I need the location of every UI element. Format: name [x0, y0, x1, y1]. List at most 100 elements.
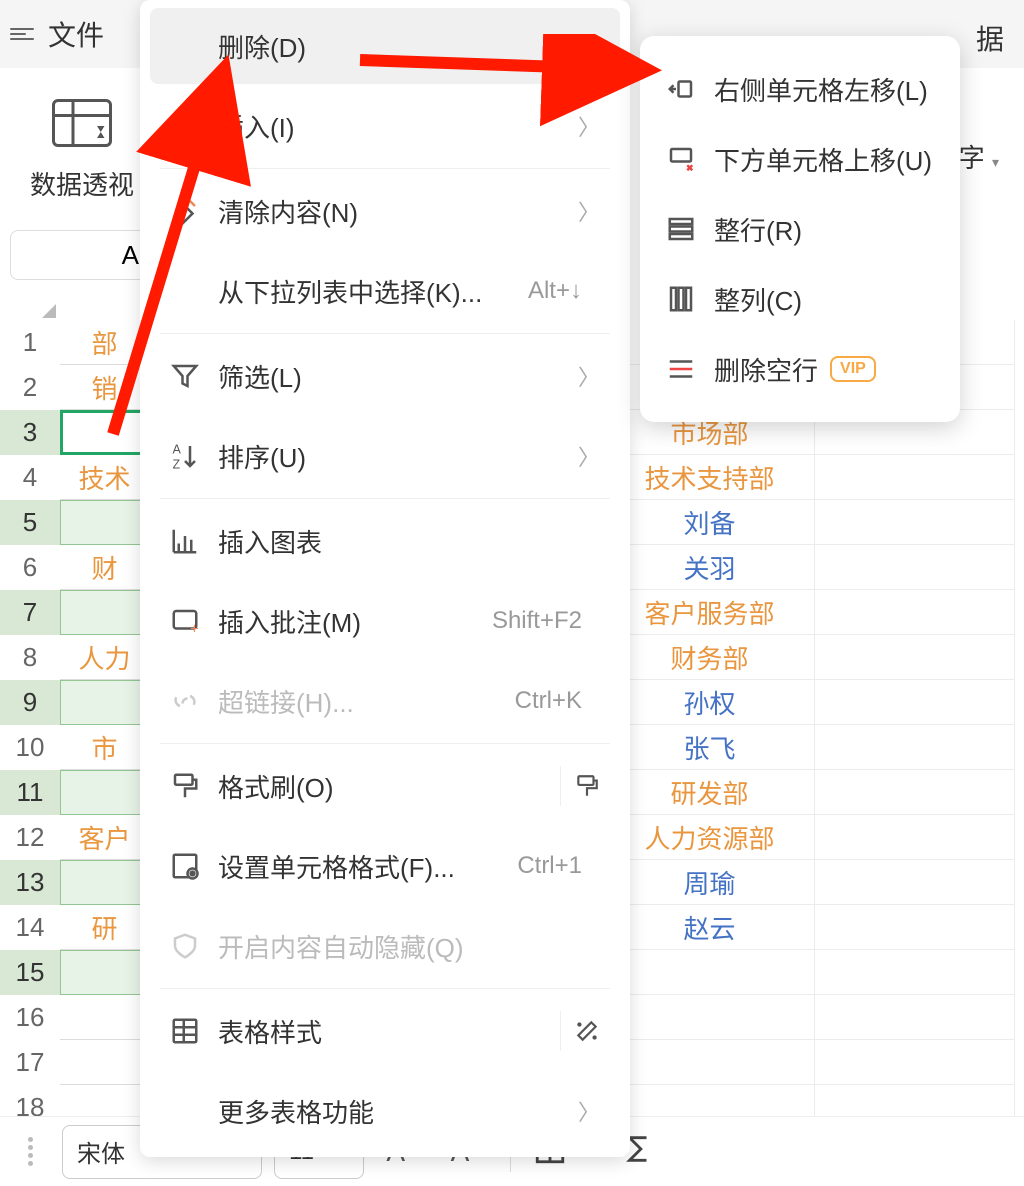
- menu-filter[interactable]: 筛选(L) 〉: [150, 338, 620, 414]
- cell[interactable]: [60, 860, 150, 905]
- cell[interactable]: 客户: [60, 815, 150, 860]
- cell[interactable]: [60, 1040, 150, 1085]
- submenu-shift-left[interactable]: 右侧单元格左移(L): [640, 54, 960, 124]
- table-style-icon: [170, 1016, 200, 1046]
- cell[interactable]: 市: [60, 725, 150, 770]
- menu-insert-comment[interactable]: + 插入批注(M) Shift+F2: [150, 583, 620, 659]
- menu-sort[interactable]: AZ 排序(U) 〉: [150, 418, 620, 494]
- cell[interactable]: [60, 680, 150, 725]
- row-header[interactable]: 17: [0, 1040, 60, 1085]
- cell[interactable]: 关羽: [605, 545, 815, 590]
- cell[interactable]: 孙权: [605, 680, 815, 725]
- submenu-whole-col[interactable]: 整列(C): [640, 264, 960, 334]
- cell[interactable]: [815, 545, 1015, 590]
- cell[interactable]: [815, 500, 1015, 545]
- row-header[interactable]: 4: [0, 455, 60, 500]
- row-header[interactable]: 2: [0, 365, 60, 410]
- row-header[interactable]: 11: [0, 770, 60, 815]
- menu-insert[interactable]: 插入(I) 〉: [150, 88, 620, 164]
- row-header[interactable]: 3: [0, 410, 60, 455]
- cell[interactable]: 客户服务部: [605, 590, 815, 635]
- cell[interactable]: [60, 770, 150, 815]
- comment-icon: +: [170, 606, 200, 636]
- menu-table-style[interactable]: 表格样式: [150, 993, 620, 1069]
- cell[interactable]: [815, 770, 1015, 815]
- menu-more-table[interactable]: 更多表格功能 〉: [150, 1073, 620, 1149]
- cell[interactable]: [815, 455, 1015, 500]
- cell[interactable]: [815, 950, 1015, 995]
- menu-cell-format[interactable]: 设置单元格格式(F)... Ctrl+1: [150, 828, 620, 904]
- pivot-table-button[interactable]: 数据透视: [30, 98, 134, 202]
- magic-wand-icon[interactable]: [560, 1011, 600, 1051]
- column-d: 诸葛亮市场部技术支持部刘备关羽客户服务部财务部孙权张飞研发部人力资源部周瑜赵云: [605, 320, 815, 1175]
- cell[interactable]: 财务部: [605, 635, 815, 680]
- cell[interactable]: [60, 590, 150, 635]
- cell[interactable]: [605, 995, 815, 1040]
- chevron-right-icon: 〉: [578, 110, 600, 142]
- chevron-right-icon: 〉: [578, 360, 600, 392]
- chevron-right-icon: 〉: [578, 1095, 600, 1127]
- menu-clear-content[interactable]: 清除内容(N) 〉: [150, 173, 620, 249]
- submenu-whole-row[interactable]: 整行(R): [640, 194, 960, 264]
- cell[interactable]: 人力: [60, 635, 150, 680]
- cell[interactable]: [60, 500, 150, 545]
- row-header[interactable]: 1: [0, 320, 60, 365]
- menu-dropdown-select[interactable]: 从下拉列表中选择(K)... Alt+↓: [150, 253, 620, 329]
- row-header[interactable]: 10: [0, 725, 60, 770]
- cell[interactable]: [605, 950, 815, 995]
- menu-separator: [160, 168, 610, 169]
- cell[interactable]: 赵云: [605, 905, 815, 950]
- cell[interactable]: 财: [60, 545, 150, 590]
- cell[interactable]: [815, 1040, 1015, 1085]
- eraser-icon: [170, 196, 200, 226]
- cell[interactable]: 技术: [60, 455, 150, 500]
- submenu-shift-up[interactable]: 下方单元格上移(U): [640, 124, 960, 194]
- cell[interactable]: 刘备: [605, 500, 815, 545]
- cell[interactable]: [815, 635, 1015, 680]
- drag-handle-icon[interactable]: [10, 1137, 50, 1166]
- menu-hyperlink: 超链接(H)... Ctrl+K: [150, 663, 620, 739]
- row-header[interactable]: 12: [0, 815, 60, 860]
- cell[interactable]: 人力资源部: [605, 815, 815, 860]
- name-box-value: A: [122, 240, 139, 271]
- cell[interactable]: 销: [60, 365, 150, 410]
- cell[interactable]: [605, 1040, 815, 1085]
- cell[interactable]: [815, 725, 1015, 770]
- row-header[interactable]: 13: [0, 860, 60, 905]
- menu-format-painter[interactable]: 格式刷(O): [150, 748, 620, 824]
- cell[interactable]: [60, 995, 150, 1040]
- file-menu[interactable]: 文件: [48, 14, 104, 54]
- cell[interactable]: 研发部: [605, 770, 815, 815]
- row-header[interactable]: 14: [0, 905, 60, 950]
- cell[interactable]: [815, 995, 1015, 1040]
- row-header[interactable]: 9: [0, 680, 60, 725]
- cell[interactable]: [815, 860, 1015, 905]
- select-all-corner[interactable]: [0, 300, 60, 320]
- row-header[interactable]: 15: [0, 950, 60, 995]
- cell[interactable]: 研: [60, 905, 150, 950]
- row-header[interactable]: 7: [0, 590, 60, 635]
- format-painter-split-icon[interactable]: [560, 766, 600, 806]
- filter-icon: [170, 361, 200, 391]
- cell[interactable]: [815, 905, 1015, 950]
- submenu-delete-blank-rows[interactable]: 删除空行 VIP: [640, 334, 960, 404]
- cell[interactable]: 部: [60, 320, 150, 365]
- menu-insert-chart[interactable]: 插入图表: [150, 503, 620, 579]
- hamburger-menu-icon[interactable]: [10, 25, 40, 43]
- cell[interactable]: [815, 815, 1015, 860]
- cell[interactable]: [60, 950, 150, 995]
- data-tab-cropped[interactable]: 据: [976, 18, 1004, 58]
- row-header[interactable]: 16: [0, 995, 60, 1040]
- chart-icon: [170, 526, 200, 556]
- cell[interactable]: [815, 590, 1015, 635]
- cell[interactable]: 周瑜: [605, 860, 815, 905]
- cell[interactable]: [815, 680, 1015, 725]
- cell[interactable]: 张飞: [605, 725, 815, 770]
- cell[interactable]: 技术支持部: [605, 455, 815, 500]
- menu-delete[interactable]: 删除(D) 〉: [150, 8, 620, 84]
- row-header[interactable]: 6: [0, 545, 60, 590]
- name-box[interactable]: A: [10, 230, 150, 280]
- cell[interactable]: [60, 410, 150, 455]
- row-header[interactable]: 8: [0, 635, 60, 680]
- row-header[interactable]: 5: [0, 500, 60, 545]
